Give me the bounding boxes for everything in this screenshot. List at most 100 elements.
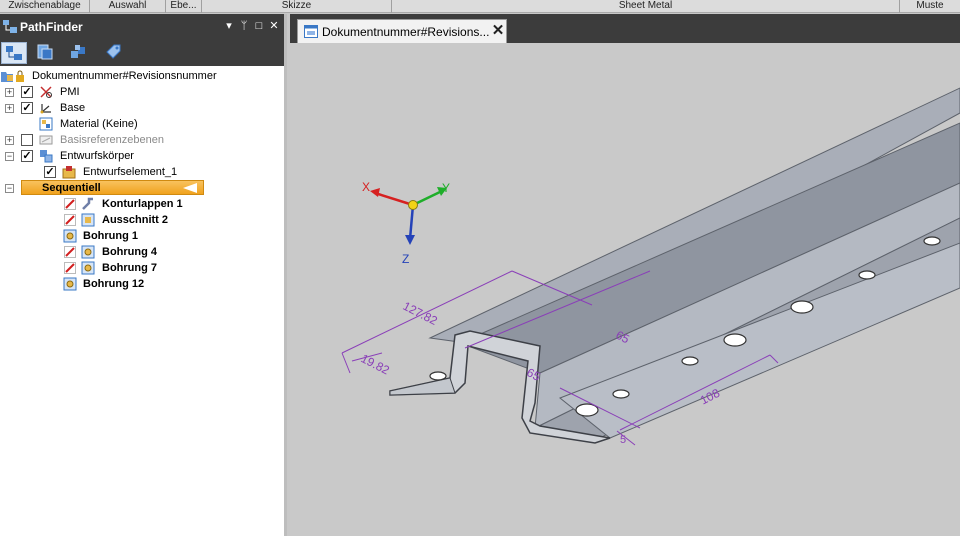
ribbon-group-auswahl[interactable]: Auswahl: [90, 0, 166, 13]
hole: [429, 371, 447, 381]
pathfinder-title: PathFinder: [20, 20, 83, 34]
dim-5: 5: [620, 434, 626, 446]
tree-item-base[interactable]: + ✓ Base: [0, 100, 284, 116]
pathfinder-logo-icon: [3, 20, 17, 33]
tree-item-sequentiell[interactable]: − Sequentiell: [0, 180, 284, 196]
close-document-icon[interactable]: ✕: [491, 23, 505, 39]
tree-label-material: Material (Keine): [60, 118, 138, 130]
tree-item-basisreferenzebenen[interactable]: + Basisreferenzebenen: [0, 132, 284, 148]
tab-layers[interactable]: [33, 42, 59, 64]
tree-item-entwurfskoerper[interactable]: − ✓ Entwurfskörper: [0, 148, 284, 164]
visibility-checkbox[interactable]: ✓: [21, 150, 33, 162]
contour-flange-icon: [82, 197, 93, 210]
edit-pencil-icon: [64, 214, 76, 226]
material-icon: [39, 117, 53, 131]
axis-label-z: Z: [402, 252, 409, 266]
tree-item-bohrung-4[interactable]: Bohrung 4: [0, 244, 284, 260]
tab-assembly[interactable]: [67, 42, 93, 64]
model-canvas[interactable]: 127.82 19.82 65 65 108 5 X Y Z: [290, 43, 960, 536]
tree-label-bohrung-12: Bohrung 12: [83, 278, 145, 290]
hole-icon: [63, 277, 77, 291]
edit-pencil-icon: [64, 246, 76, 258]
expand-icon[interactable]: +: [5, 136, 14, 145]
tree-label-bohrung-7: Bohrung 7: [102, 262, 157, 274]
tree-item-pmi[interactable]: + ✓ PMI: [0, 84, 284, 100]
hole: [790, 300, 814, 314]
lock-icon: [16, 70, 24, 82]
maximize-icon[interactable]: □: [252, 19, 266, 33]
pin-icon[interactable]: ᛘ: [237, 19, 251, 33]
3d-viewport[interactable]: 127.82 19.82 65 65 108 5 X Y Z: [290, 43, 960, 536]
tree-label-konturlappen: Konturlappen 1: [102, 198, 183, 210]
reference-planes-icon: [39, 135, 53, 145]
coordinate-system-icon: [40, 104, 51, 114]
rollback-arrow-icon[interactable]: [183, 183, 197, 193]
coordinate-triad[interactable]: X Y Z: [362, 180, 450, 266]
tree-item-bohrung-7[interactable]: Bohrung 7: [0, 260, 284, 276]
sheet-metal-part[interactable]: [389, 87, 960, 444]
document-icon: [1, 72, 13, 82]
design-body-icon: [40, 150, 53, 163]
tree-label-basisreferenzebenen: Basisreferenzebenen: [60, 134, 164, 146]
pathfinder-tabs: [0, 39, 284, 66]
tree-label-pmi: PMI: [60, 86, 80, 98]
tab-tags[interactable]: [101, 42, 127, 64]
collapse-icon[interactable]: −: [5, 152, 14, 161]
visibility-checkbox[interactable]: ✓: [44, 166, 56, 178]
close-panel-icon[interactable]: ✕: [267, 19, 281, 33]
edit-pencil-icon: [64, 262, 76, 274]
tree-label-base: Base: [60, 102, 86, 114]
tree-item-root[interactable]: Dokumentnummer#Revisionsnummer: [0, 68, 284, 84]
assembly-icon: [71, 45, 85, 58]
axis-label-x: X: [362, 180, 370, 194]
ribbon-group-sheet-metal[interactable]: Sheet Metal: [392, 0, 900, 13]
tree-item-material[interactable]: Material (Keine): [0, 116, 284, 132]
pathfinder-panel: PathFinder ▾ ᛘ □ ✕ Dokumentnummer#Revisi…: [0, 14, 287, 536]
pmi-icon: [40, 86, 52, 98]
ribbon-group-skizze[interactable]: Skizze: [202, 0, 392, 13]
document-tab[interactable]: Dokumentnummer#Revisions... ✕: [297, 19, 507, 43]
hole: [858, 270, 876, 280]
tree-label-ausschnitt: Ausschnitt 2: [102, 214, 169, 226]
tree-label-entwurfselement: Entwurfselement_1: [83, 166, 178, 178]
visibility-checkbox[interactable]: [21, 134, 33, 146]
edit-pencil-icon: [64, 198, 76, 210]
tab-pathfinder-tree[interactable]: [1, 42, 27, 64]
tree-label-sequentiell: Sequentiell: [42, 182, 101, 194]
hole: [612, 389, 630, 399]
part-document-icon: [304, 25, 318, 38]
expand-icon[interactable]: +: [5, 88, 14, 97]
hole: [681, 356, 699, 366]
tag-icon: [106, 44, 121, 59]
tree-item-ausschnitt[interactable]: Ausschnitt 2: [0, 212, 284, 228]
visibility-checkbox[interactable]: ✓: [21, 102, 33, 114]
tree-label-bohrung-1: Bohrung 1: [83, 230, 138, 242]
tree-item-bohrung-12[interactable]: Bohrung 12: [0, 276, 284, 292]
panel-menu-icon[interactable]: ▾: [222, 19, 236, 33]
tree-item-entwurfselement[interactable]: ✓ Entwurfselement_1: [0, 164, 284, 180]
expand-icon[interactable]: +: [5, 104, 14, 113]
collapse-icon[interactable]: −: [5, 184, 14, 193]
ribbon-group-zwischenablage[interactable]: Zwischenablage: [0, 0, 90, 13]
ribbon-group-strip: Zwischenablage Auswahl Ebe... Skizze She…: [0, 0, 960, 13]
tree-item-konturlappen[interactable]: Konturlappen 1: [0, 196, 284, 212]
visibility-checkbox[interactable]: ✓: [21, 86, 33, 98]
hole-icon: [63, 229, 77, 243]
ribbon-group-muster[interactable]: Muste: [900, 0, 960, 13]
hole-icon: [81, 245, 95, 259]
layers-icon: [37, 44, 53, 60]
pathfinder-title-bar: PathFinder ▾ ᛘ □ ✕: [0, 14, 284, 39]
document-tab-label: Dokumentnummer#Revisions...: [322, 25, 490, 39]
cutout-icon: [81, 213, 95, 227]
tree-item-bohrung-1[interactable]: Bohrung 1: [0, 228, 284, 244]
design-element-icon: [62, 166, 76, 179]
tree-label-root: Dokumentnummer#Revisionsnummer: [32, 70, 217, 82]
dim-127-82: 127.82: [401, 299, 440, 328]
tree-view-icon: [6, 46, 22, 60]
tree-label-bohrung-4: Bohrung 4: [102, 246, 157, 258]
ribbon-group-ebene[interactable]: Ebe...: [166, 0, 202, 13]
tree-label-entwurfskoerper: Entwurfskörper: [60, 150, 134, 162]
hole: [923, 236, 941, 246]
hole-icon: [81, 261, 95, 275]
hole: [723, 333, 747, 347]
